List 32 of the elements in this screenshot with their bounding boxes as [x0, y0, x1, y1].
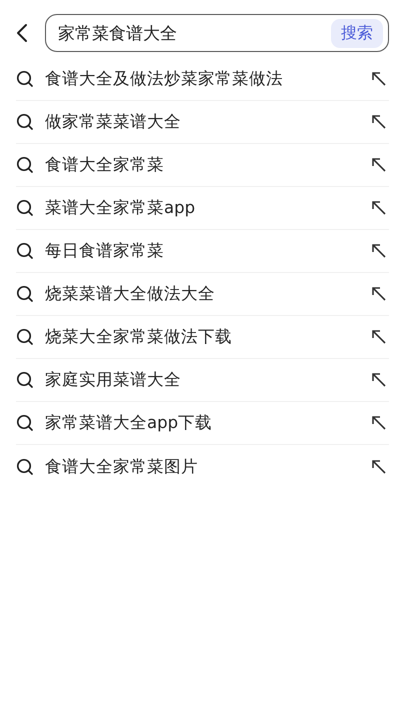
search-icon	[16, 371, 34, 389]
search-icon	[16, 156, 34, 174]
suggestion-text[interactable]: 食谱大全及做法炒菜家常菜做法	[45, 68, 371, 90]
suggestion-text[interactable]: 食谱大全家常菜	[45, 154, 371, 176]
search-field[interactable]: 家常菜食谱大全 搜索	[45, 14, 389, 52]
fill-arrow-icon[interactable]	[371, 200, 387, 216]
suggestion-text[interactable]: 每日食谱家常菜	[45, 240, 371, 262]
suggestion-text[interactable]: 家庭实用菜谱大全	[45, 369, 371, 391]
search-icon	[16, 328, 34, 346]
fill-arrow-icon[interactable]	[371, 329, 387, 345]
suggestion-text[interactable]: 菜谱大全家常菜app	[45, 197, 371, 219]
search-button[interactable]: 搜索	[331, 18, 383, 48]
search-icon	[16, 199, 34, 217]
search-icon	[16, 458, 34, 476]
fill-arrow-icon[interactable]	[371, 458, 387, 474]
fill-arrow-icon[interactable]	[371, 415, 387, 431]
fill-arrow-icon[interactable]	[371, 243, 387, 259]
fill-arrow-icon[interactable]	[371, 114, 387, 130]
search-icon	[16, 414, 34, 432]
search-icon	[16, 70, 34, 88]
fill-arrow-icon[interactable]	[371, 286, 387, 302]
suggestion-text[interactable]: 烧菜大全家常菜做法下载	[45, 326, 371, 348]
fill-arrow-icon[interactable]	[371, 71, 387, 87]
search-icon	[16, 285, 34, 303]
fill-arrow-icon[interactable]	[371, 372, 387, 388]
suggestion-text[interactable]: 食谱大全家常菜图片	[45, 456, 371, 478]
suggestion-text[interactable]: 烧菜菜谱大全做法大全	[45, 283, 371, 305]
suggestion-text[interactable]: 做家常菜菜谱大全	[45, 111, 371, 133]
suggestion-text[interactable]: 家常菜谱大全app下载	[45, 412, 371, 434]
fill-arrow-icon[interactable]	[371, 157, 387, 173]
search-icon	[16, 242, 34, 260]
search-icon	[16, 113, 34, 131]
